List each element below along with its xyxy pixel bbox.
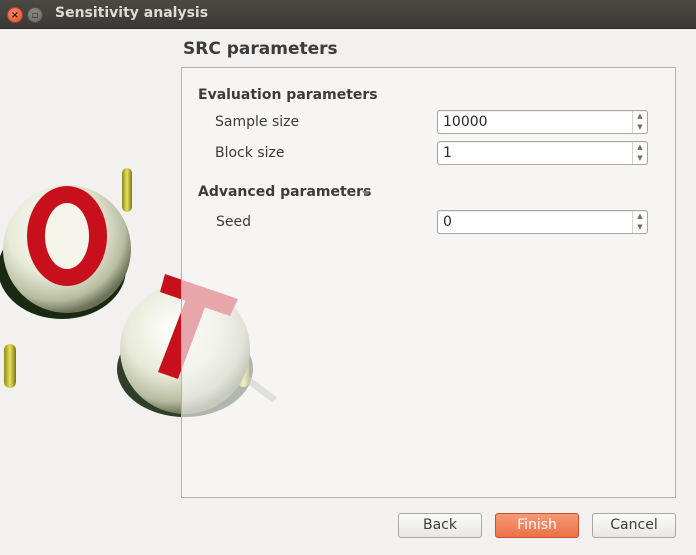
increment-arrow-icon[interactable]: ▲ [633, 211, 647, 222]
seed-spinbox[interactable]: 0 ▲ ▼ [437, 210, 648, 234]
evaluation-parameters-heading: Evaluation parameters [198, 87, 378, 103]
block-size-label: Block size [215, 145, 285, 161]
sample-size-spinbox[interactable]: 10000 ▲ ▼ [437, 110, 648, 134]
sample-size-stepper: ▲ ▼ [632, 111, 647, 133]
seed-label: Seed [216, 214, 251, 230]
block-size-value: 1 [443, 145, 452, 161]
seed-stepper: ▲ ▼ [632, 211, 647, 233]
decrement-arrow-icon[interactable]: ▼ [633, 153, 647, 164]
finish-button[interactable]: Finish [495, 513, 579, 538]
cancel-button[interactable]: Cancel [592, 513, 676, 538]
increment-arrow-icon[interactable]: ▲ [633, 111, 647, 122]
block-size-spinbox[interactable]: 1 ▲ ▼ [437, 141, 648, 165]
window-titlebar: × ▫ Sensitivity analysis [0, 0, 696, 29]
minimize-icon[interactable]: ▫ [27, 7, 43, 23]
increment-arrow-icon[interactable]: ▲ [633, 142, 647, 153]
decrement-arrow-icon[interactable]: ▼ [633, 222, 647, 233]
close-icon[interactable]: × [7, 7, 23, 23]
decrement-arrow-icon[interactable]: ▼ [633, 122, 647, 133]
window-title: Sensitivity analysis [55, 5, 209, 21]
block-size-stepper: ▲ ▼ [632, 142, 647, 164]
back-button[interactable]: Back [398, 513, 482, 538]
sample-size-value: 10000 [443, 114, 488, 130]
advanced-parameters-expander[interactable]: Advanced parameters [198, 184, 371, 200]
seed-value: 0 [443, 214, 452, 230]
parameters-panel: Evaluation parameters Sample size 10000 … [181, 67, 676, 498]
sample-size-label: Sample size [215, 114, 300, 130]
chevron-down-icon[interactable] [362, 191, 370, 196]
wizard-content: SRC parameters Evaluation parameters Sam… [0, 29, 696, 555]
page-title: SRC parameters [183, 39, 338, 59]
